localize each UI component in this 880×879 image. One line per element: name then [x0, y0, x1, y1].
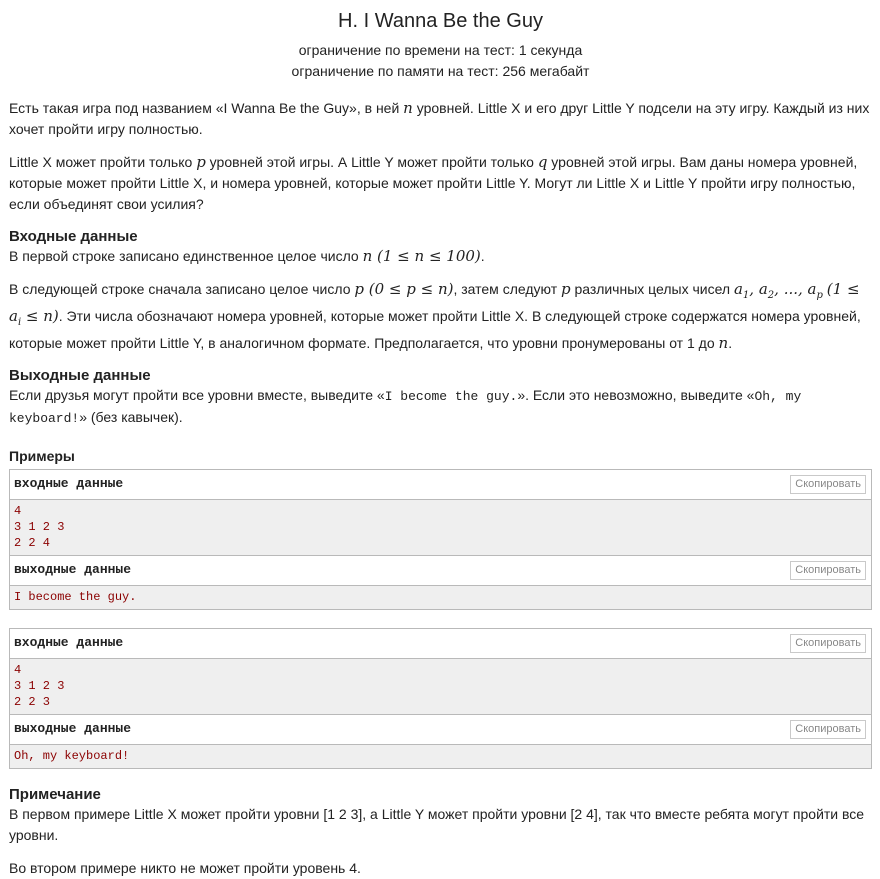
text: Если друзья могут пройти все уровни вмес… — [9, 387, 385, 403]
input-line: 2 2 4 — [14, 536, 51, 550]
math-p: p — [196, 153, 206, 171]
input-line-1: В первой строке записано единственное це… — [9, 246, 872, 267]
sample-output-content: I become the guy. — [10, 586, 871, 609]
sample-output-content: Oh, my keyboard! — [10, 745, 871, 768]
input-line: 3 1 2 3 — [14, 520, 65, 534]
input-label: входные данные — [14, 635, 124, 650]
copy-output-button[interactable]: Скопировать — [790, 561, 866, 580]
limits-block: ограничение по времени на тест: 1 секунд… — [9, 40, 872, 82]
text: уровней этой игры. А Little Y может прой… — [205, 154, 538, 170]
legend-paragraph-2: Little X может пройти только p уровней э… — [9, 152, 872, 215]
text: » (без кавычек). — [79, 409, 183, 425]
copy-output-button[interactable]: Скопировать — [790, 720, 866, 739]
math-q: q — [537, 153, 548, 171]
input-label: входные данные — [14, 476, 124, 491]
problem-statement: H. I Wanna Be the Guy ограничение по вре… — [9, 0, 872, 879]
math-sub: p — [816, 290, 823, 301]
time-limit: ограничение по времени на тест: 1 секунд… — [298, 42, 583, 58]
memory-limit: ограничение по памяти на тест: 256 мегаб… — [291, 63, 590, 79]
text: В первой строке записано единственное це… — [9, 248, 363, 264]
math-n-range: n (1 ≤ n ≤ 100) — [362, 247, 481, 265]
input-line-2: В следующей строке сначала записано цело… — [9, 279, 872, 354]
sample-test-2: входные данные Скопировать 4 3 1 2 3 2 2… — [9, 628, 872, 769]
text: различных целых чисел — [570, 281, 734, 297]
text: ». Если это невозможно, выведите « — [517, 387, 755, 403]
input-line: 4 — [14, 663, 22, 677]
copy-input-button[interactable]: Скопировать — [790, 634, 866, 653]
output-description: Если друзья могут пройти все уровни вмес… — [9, 385, 872, 429]
math-part: , ..., a — [774, 280, 817, 298]
note-heading: Примечание — [9, 786, 101, 803]
output-label: выходные данные — [14, 721, 132, 736]
output-line: Oh, my keyboard! — [14, 749, 130, 763]
input-line: 2 2 3 — [14, 695, 51, 709]
note-paragraph-2: Во втором примере никто не может пройти … — [9, 860, 361, 876]
text: Little X может пройти только — [9, 154, 197, 170]
text: В следующей строке сначала записано цело… — [9, 281, 355, 297]
sample-test-1: входные данные Скопировать 4 3 1 2 3 2 2… — [9, 469, 872, 610]
math-p: p — [561, 280, 571, 298]
text: . — [728, 335, 733, 351]
sample-input-header: входные данные Скопировать — [10, 629, 871, 659]
legend-paragraph-1: Есть такая игра под названием «I Wanna B… — [9, 98, 872, 140]
text: . — [480, 248, 485, 264]
output-label: выходные данные — [14, 562, 132, 577]
sample-input-header: входные данные Скопировать — [10, 470, 871, 500]
input-line: 3 1 2 3 — [14, 679, 65, 693]
text: , затем следуют — [453, 281, 562, 297]
text: . Эти числа обозначают номера уровней, к… — [9, 308, 861, 351]
math-part: a — [733, 280, 743, 298]
sample-output-header: выходные данные Скопировать — [10, 556, 871, 586]
code-yes: I become the guy. — [384, 389, 518, 404]
problem-title: H. I Wanna Be the Guy — [338, 10, 543, 32]
math-part: ≤ n) — [21, 307, 59, 325]
examples-heading: Примеры — [9, 448, 75, 464]
math-p-range: p (0 ≤ p ≤ n) — [354, 280, 454, 298]
note-paragraph-1: В первом примере Little X может пройти у… — [9, 806, 865, 843]
math-n: n — [718, 334, 729, 352]
input-line: 4 — [14, 504, 22, 518]
sample-input-content: 4 3 1 2 3 2 2 3 — [10, 659, 871, 715]
math-part: , a — [749, 280, 768, 298]
sample-output-header: выходные данные Скопировать — [10, 715, 871, 745]
output-heading: Выходные данные — [9, 367, 151, 384]
output-line: I become the guy. — [14, 590, 137, 604]
math-n: n — [403, 99, 413, 117]
sample-input-content: 4 3 1 2 3 2 2 4 — [10, 500, 871, 556]
math-a-sequence: a1, a2, ..., ap — [733, 280, 823, 301]
text: Есть такая игра под названием «I Wanna B… — [9, 100, 404, 116]
copy-input-button[interactable]: Скопировать — [790, 475, 866, 494]
input-heading: Входные данные — [9, 228, 138, 245]
